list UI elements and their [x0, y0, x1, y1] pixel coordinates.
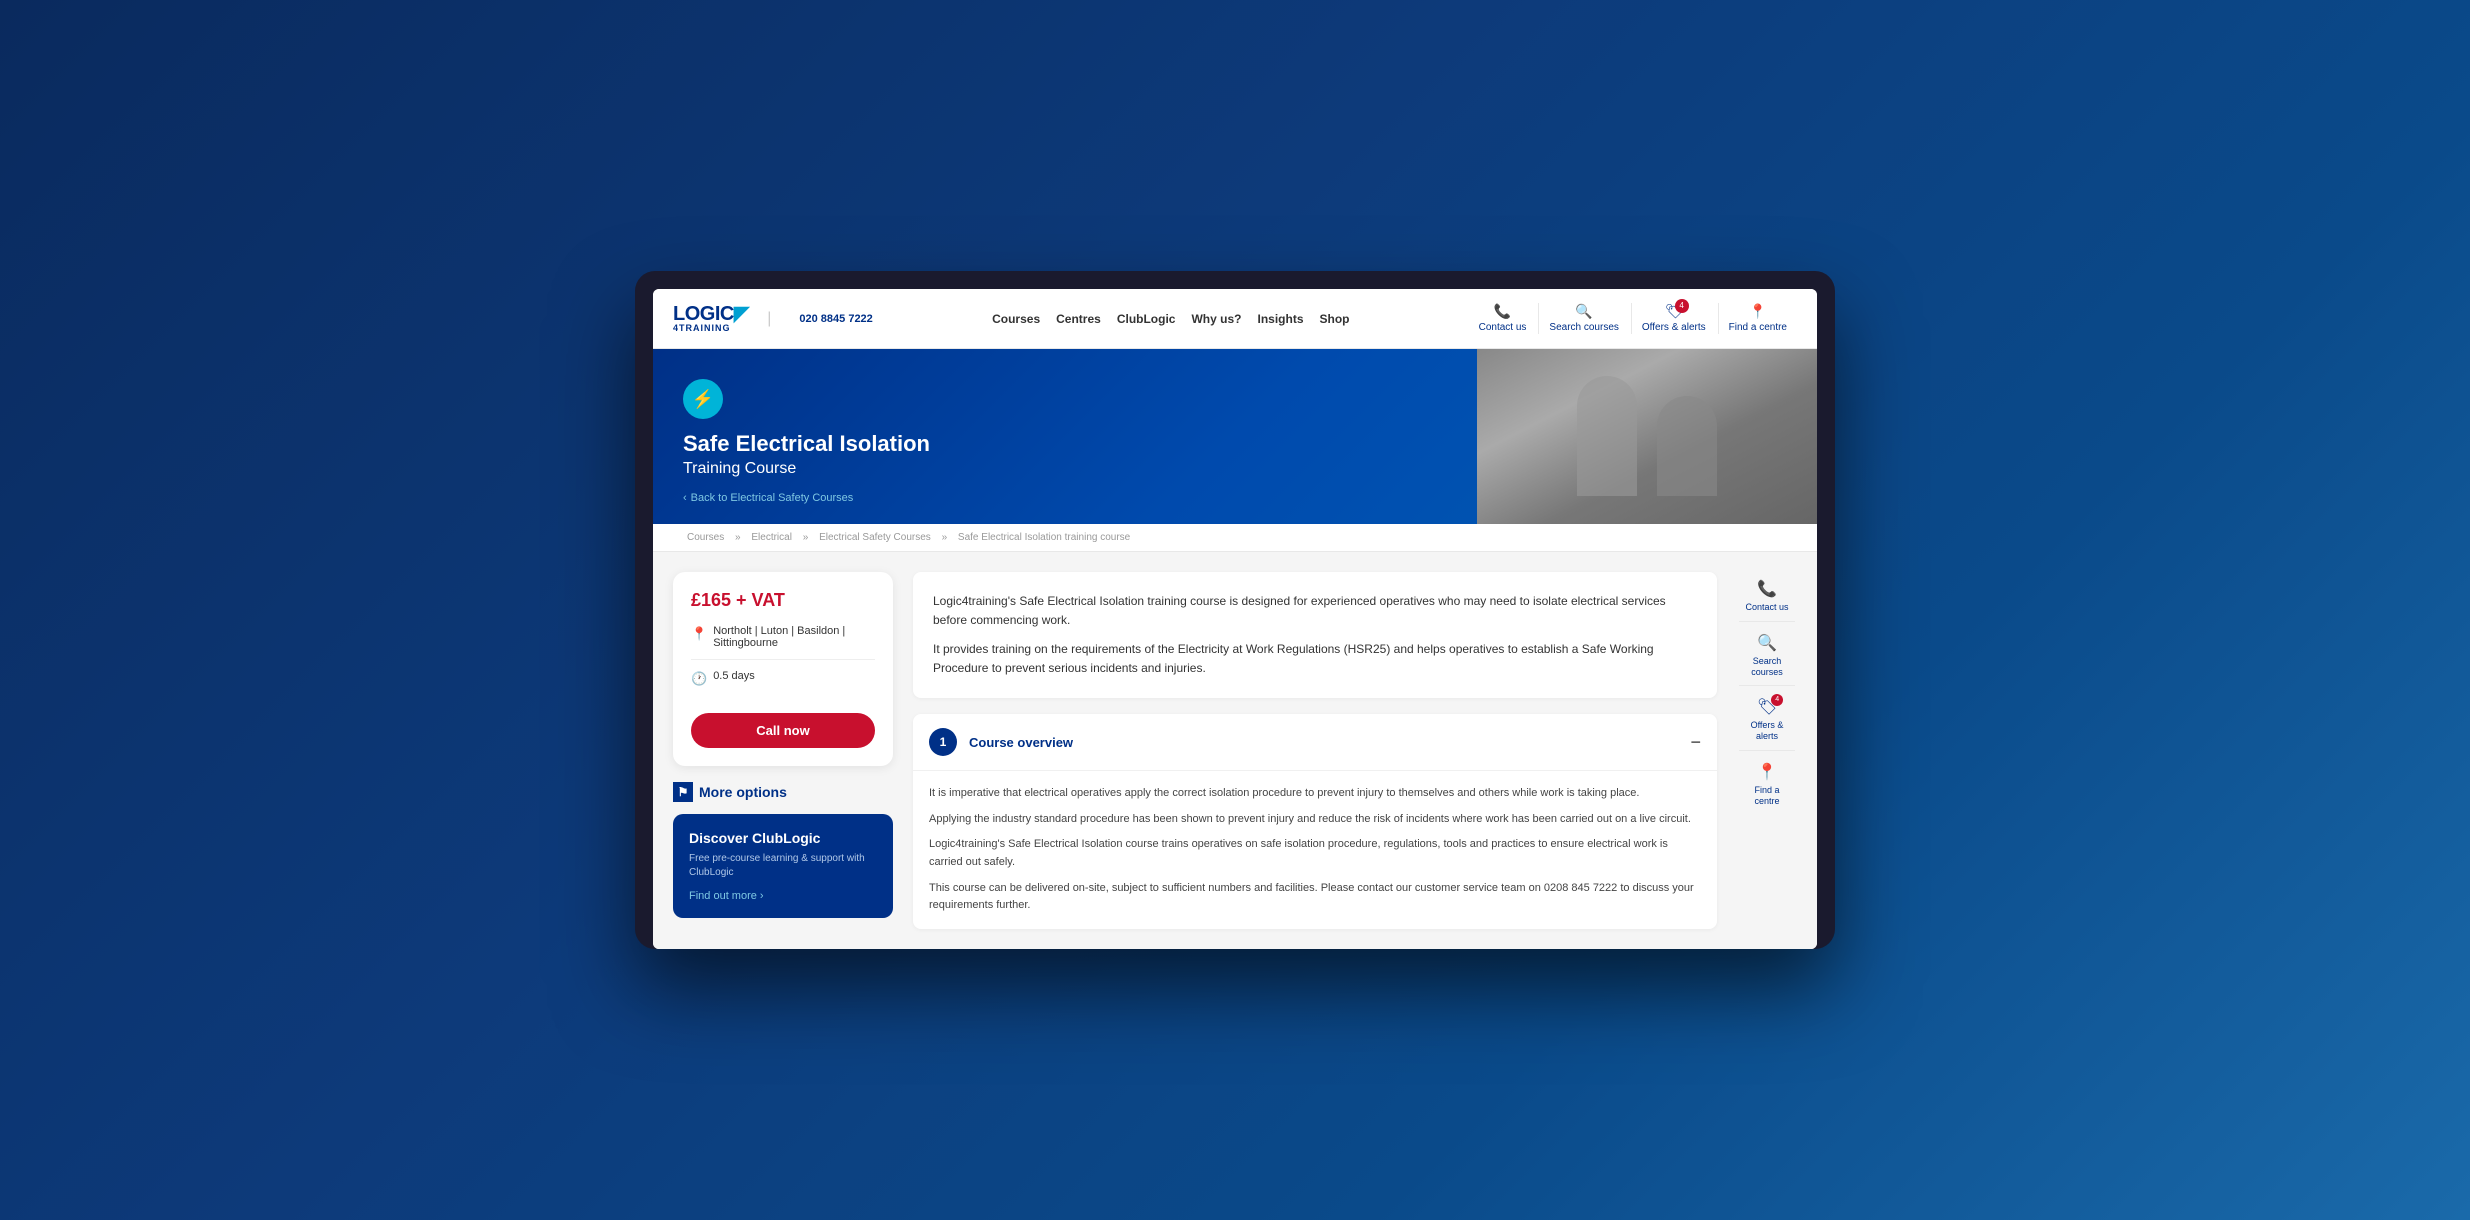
laptop-frame: LOGIC ◤ 4TRAINING | 020 8845 7222 Course… — [635, 271, 1835, 949]
sidebar-find-label: Find a centre — [1743, 785, 1791, 807]
flag-icon: ⚑ — [673, 782, 693, 802]
phone-number[interactable]: 020 8845 7222 — [799, 313, 872, 325]
more-options-text: More options — [699, 784, 787, 800]
contact-label: Contact us — [1479, 322, 1527, 334]
right-sidebar: 📞 Contact us 🔍 Search courses 🏷 4 Offers… — [1737, 572, 1797, 929]
sidebar-search-label: Search courses — [1743, 656, 1791, 678]
breadcrumb-courses[interactable]: Courses — [687, 532, 724, 543]
more-options-heading: ⚑ More options — [673, 782, 893, 802]
back-link[interactable]: ‹ Back to Electrical Safety Courses — [683, 492, 1447, 504]
laptop-screen: LOGIC ◤ 4TRAINING | 020 8845 7222 Course… — [653, 289, 1817, 949]
main-nav: Courses Centres ClubLogic Why us? Insigh… — [873, 312, 1469, 326]
course-overview-accordion: 1 Course overview − It is imperative tha… — [913, 714, 1717, 929]
desc-para-1: Logic4training's Safe Electrical Isolati… — [933, 592, 1697, 630]
logo-area: LOGIC ◤ 4TRAINING | 020 8845 7222 — [673, 304, 873, 333]
breadcrumb: Courses » Electrical » Electrical Safety… — [653, 524, 1817, 552]
location-icon: 📍 — [1749, 303, 1766, 320]
hero-section: ⚡ Safe Electrical Isolation Training Cou… — [653, 349, 1817, 523]
duration-text: 0.5 days — [713, 670, 755, 682]
hero-image-inner — [1477, 349, 1817, 523]
sidebar-offers-icon: 🏷 4 — [1757, 698, 1777, 717]
sidebar-phone-icon: 📞 — [1757, 580, 1777, 599]
location-pin-icon: 📍 — [691, 626, 707, 642]
nav-insights[interactable]: Insights — [1257, 312, 1303, 326]
sidebar-search[interactable]: 🔍 Search courses — [1739, 626, 1795, 687]
header-search[interactable]: 🔍 Search courses — [1538, 303, 1628, 334]
breadcrumb-sep3: » — [942, 532, 948, 543]
accordion-title: Course overview — [969, 735, 1690, 750]
site-header: LOGIC ◤ 4TRAINING | 020 8845 7222 Course… — [653, 289, 1817, 349]
header-contact[interactable]: 📞 Contact us — [1469, 303, 1537, 334]
breadcrumb-electrical[interactable]: Electrical — [751, 532, 792, 543]
sidebar-find-centre[interactable]: 📍 Find a centre — [1739, 755, 1795, 815]
header-offers[interactable]: 🏷 4 Offers & alerts — [1631, 303, 1716, 334]
nav-courses[interactable]: Courses — [992, 312, 1040, 326]
header-actions: 📞 Contact us 🔍 Search courses 🏷 4 Offers… — [1469, 303, 1797, 334]
booking-sidebar: £165 + VAT 📍 Northolt | Luton | Basildon… — [673, 572, 893, 929]
sidebar-offers[interactable]: 🏷 4 Offers & alerts — [1739, 690, 1795, 751]
duration-row: 🕐 0.5 days — [691, 670, 875, 697]
offers-icon: 🏷 4 — [1665, 303, 1683, 320]
search-label: Search courses — [1549, 322, 1618, 334]
accordion-toggle[interactable]: 1 Course overview − — [913, 714, 1717, 771]
lightning-icon: ⚡ — [692, 389, 714, 410]
offers-label: Offers & alerts — [1642, 322, 1706, 334]
sidebar-offers-label: Offers & alerts — [1743, 720, 1791, 742]
course-subtitle: Training Course — [683, 460, 1447, 478]
clock-icon: 🕐 — [691, 671, 707, 687]
nav-why-us[interactable]: Why us? — [1191, 312, 1241, 326]
logo[interactable]: LOGIC ◤ 4TRAINING — [673, 304, 749, 333]
nav-clublogic[interactable]: ClubLogic — [1117, 312, 1176, 326]
hero-image — [1477, 349, 1817, 523]
price-card: £165 + VAT 📍 Northolt | Luton | Basildon… — [673, 572, 893, 766]
breadcrumb-current: Safe Electrical Isolation training cours… — [958, 532, 1130, 543]
accordion-collapse-icon: − — [1690, 732, 1701, 753]
accordion-number: 1 — [929, 728, 957, 756]
find-centre-label: Find a centre — [1729, 322, 1787, 334]
logo-training-text: 4TRAINING — [673, 324, 749, 333]
accordion-para-1: It is imperative that electrical operati… — [929, 785, 1701, 803]
price-display: £165 + VAT — [691, 590, 875, 611]
accordion-para-2: Applying the industry standard procedure… — [929, 811, 1701, 829]
sidebar-location-icon: 📍 — [1757, 763, 1777, 782]
course-content: Logic4training's Safe Electrical Isolati… — [913, 572, 1717, 929]
main-content: £165 + VAT 📍 Northolt | Luton | Basildon… — [653, 552, 1817, 949]
sidebar-search-icon: 🔍 — [1757, 634, 1777, 653]
logo-arrow: ◤ — [734, 304, 749, 324]
header-find-centre[interactable]: 📍 Find a centre — [1718, 303, 1797, 334]
back-arrow-icon: ‹ — [683, 492, 687, 504]
clublogic-cta[interactable]: Find out more › — [689, 890, 877, 902]
accordion-para-3: Logic4training's Safe Electrical Isolati… — [929, 836, 1701, 871]
locations-row: 📍 Northolt | Luton | Basildon | Sittingb… — [691, 625, 875, 660]
call-now-button[interactable]: Call now — [691, 713, 875, 748]
clublogic-title: Discover ClubLogic — [689, 830, 877, 846]
accordion-para-4: This course can be delivered on-site, su… — [929, 880, 1701, 915]
breadcrumb-safety[interactable]: Electrical Safety Courses — [819, 532, 931, 543]
locations-text: Northolt | Luton | Basildon | Sittingbou… — [713, 625, 875, 649]
sidebar-offers-badge: 4 — [1771, 694, 1783, 706]
nav-centres[interactable]: Centres — [1056, 312, 1101, 326]
nav-shop[interactable]: Shop — [1320, 312, 1350, 326]
desc-para-2: It provides training on the requirements… — [933, 640, 1697, 678]
breadcrumb-sep1: » — [735, 532, 741, 543]
accordion-body: It is imperative that electrical operati… — [913, 771, 1717, 929]
search-icon: 🔍 — [1575, 303, 1592, 320]
logo-logic-text: LOGIC — [673, 304, 734, 324]
hero-content: ⚡ Safe Electrical Isolation Training Cou… — [653, 349, 1477, 523]
back-text: Back to Electrical Safety Courses — [691, 492, 854, 504]
clublogic-description: Free pre-course learning & support with … — [689, 852, 877, 880]
clublogic-card: Discover ClubLogic Free pre-course learn… — [673, 814, 893, 918]
course-icon: ⚡ — [683, 379, 723, 419]
offers-badge: 4 — [1675, 299, 1689, 313]
sidebar-contact-label: Contact us — [1745, 602, 1788, 613]
course-description-box: Logic4training's Safe Electrical Isolati… — [913, 572, 1717, 699]
course-title: Safe Electrical Isolation — [683, 431, 1447, 457]
sidebar-contact[interactable]: 📞 Contact us — [1739, 572, 1795, 622]
breadcrumb-sep2: » — [803, 532, 809, 543]
phone-icon: 📞 — [1494, 303, 1511, 320]
divider: | — [767, 310, 771, 328]
